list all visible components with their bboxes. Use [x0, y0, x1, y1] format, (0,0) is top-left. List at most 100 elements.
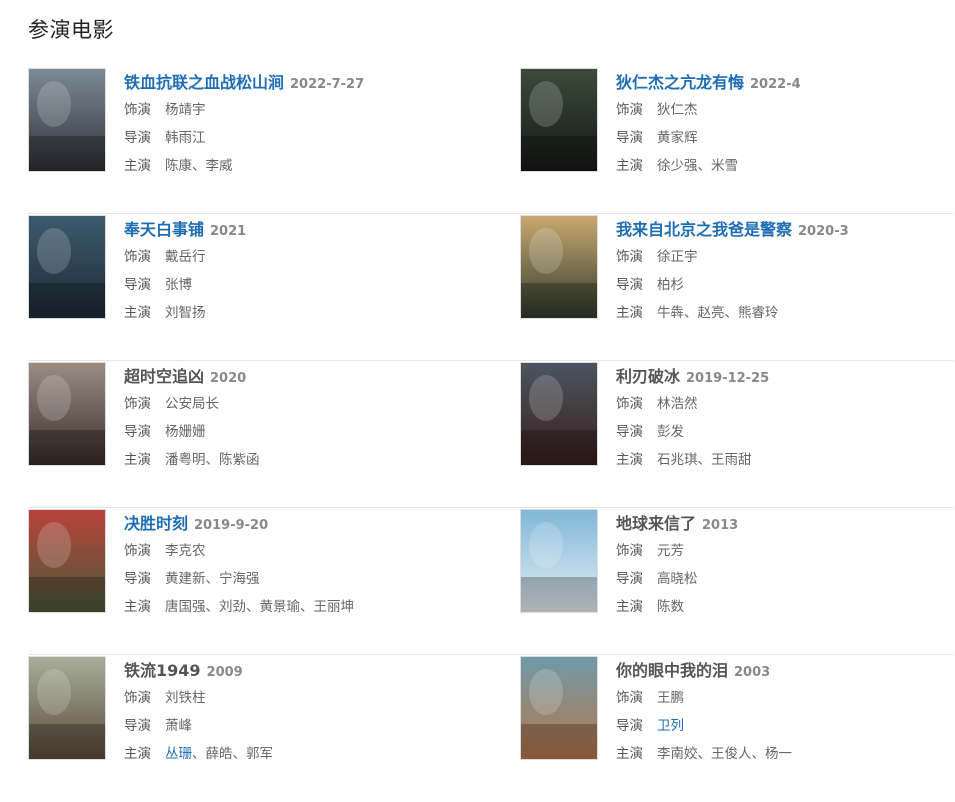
role-name: 戴岳行 — [165, 249, 206, 265]
name-separator: 、 — [205, 452, 220, 468]
movie-card: 超时空追凶 2020 饰演 公安局长 导演 杨姗姗 主演 潘粤明、陈紫函 — [28, 361, 520, 507]
role-label: 饰演 — [616, 102, 643, 118]
name-separator: 、 — [192, 158, 206, 174]
cast-name: 陈数 — [657, 599, 684, 615]
cast-label: 主演 — [616, 452, 643, 468]
name-separator: 、 — [751, 746, 766, 762]
movie-title[interactable]: 铁血抗联之血战松山涧 — [124, 73, 284, 92]
title-line: 你的眼中我的泪 2003 — [616, 658, 792, 684]
movie-title[interactable]: 地球来信了 — [616, 514, 696, 533]
movie-title[interactable]: 铁流1949 — [124, 661, 201, 680]
movie-title[interactable]: 利刃破冰 — [616, 367, 680, 386]
role-line: 饰演 元芳 — [616, 537, 738, 565]
movie-title[interactable]: 奉天白事铺 — [124, 220, 204, 239]
cast-label: 主演 — [616, 746, 643, 762]
title-line: 利刃破冰 2019-12-25 — [616, 364, 769, 390]
cast-name: 熊睿玲 — [738, 305, 779, 321]
movie-info: 铁血抗联之血战松山涧 2022-7-27 饰演 杨靖宇 导演 韩雨江 主演 陈康、李威 — [124, 68, 364, 213]
cast-name: 黄景瑜 — [259, 599, 301, 615]
cast-name: 陈紫函 — [219, 452, 260, 468]
movie-date: 2021 — [210, 224, 247, 239]
cast-name: 米雪 — [711, 158, 738, 174]
role-line: 饰演 李克农 — [124, 537, 354, 565]
role-name: 林浩然 — [657, 396, 698, 412]
cast-name: 牛犇 — [657, 305, 684, 321]
poster-highlight — [528, 228, 563, 275]
poster-highlight — [36, 522, 71, 569]
poster-band — [29, 283, 105, 318]
movie-card: 狄仁杰之亢龙有悔 2022-4 饰演 狄仁杰 导演 黄家辉 主演 徐少强、米雪 — [520, 67, 954, 213]
movie-card: 我来自北京之我爸是警察 2020-3 饰演 徐正宇 导演 柏杉 主演 牛犇、赵亮、熊睿玲 — [520, 214, 954, 360]
director-name: 黄建新 — [165, 571, 206, 587]
movie-poster[interactable] — [520, 68, 598, 172]
movie-poster[interactable] — [520, 509, 598, 613]
role-label: 饰演 — [124, 543, 151, 559]
movie-poster[interactable] — [28, 68, 106, 172]
poster-highlight — [36, 375, 71, 422]
cast-name[interactable]: 丛珊 — [165, 746, 192, 762]
name-separator: 、 — [232, 746, 247, 762]
director-line: 导演 黄家辉 — [616, 124, 801, 152]
movie-poster[interactable] — [520, 215, 598, 319]
movie-card: 奉天白事铺 2021 饰演 戴岳行 导演 张博 主演 刘智扬 — [28, 214, 520, 360]
cast-line: 主演 牛犇、赵亮、熊睿玲 — [616, 299, 849, 327]
cast-name: 郭军 — [246, 746, 273, 762]
movie-title[interactable]: 超时空追凶 — [124, 367, 204, 386]
role-label: 饰演 — [124, 396, 151, 412]
cast-name: 徐少强 — [657, 158, 698, 174]
cast-name: 杨一 — [765, 746, 792, 762]
director-label: 导演 — [616, 130, 643, 146]
movie-date: 2022-4 — [750, 77, 801, 92]
director-line: 导演 柏杉 — [616, 271, 849, 299]
director-label: 导演 — [124, 718, 151, 734]
movie-poster[interactable] — [28, 656, 106, 760]
director-name[interactable]: 卫列 — [657, 718, 684, 734]
movie-title[interactable]: 你的眼中我的泪 — [616, 661, 728, 680]
movie-info: 奉天白事铺 2021 饰演 戴岳行 导演 张博 主演 刘智扬 — [124, 215, 246, 360]
movie-poster[interactable] — [28, 362, 106, 466]
movie-info: 狄仁杰之亢龙有悔 2022-4 饰演 狄仁杰 导演 黄家辉 主演 徐少强、米雪 — [616, 68, 801, 213]
cast-name: 唐国强 — [165, 599, 206, 615]
title-line: 铁血抗联之血战松山涧 2022-7-27 — [124, 70, 364, 96]
title-line: 超时空追凶 2020 — [124, 364, 260, 390]
role-line: 饰演 杨靖宇 — [124, 96, 364, 124]
poster-band — [29, 430, 105, 465]
movie-title[interactable]: 我来自北京之我爸是警察 — [616, 220, 792, 239]
title-line: 我来自北京之我爸是警察 2020-3 — [616, 217, 849, 243]
poster-band — [521, 724, 597, 759]
movie-title[interactable]: 决胜时刻 — [124, 514, 188, 533]
director-label: 导演 — [124, 130, 151, 146]
movie-date: 2003 — [734, 665, 771, 680]
filmography-grid: 铁血抗联之血战松山涧 2022-7-27 饰演 杨靖宇 导演 韩雨江 主演 陈康、李威 狄仁杰之… — [28, 67, 954, 802]
movie-title[interactable]: 狄仁杰之亢龙有悔 — [616, 73, 744, 92]
name-separator: 、 — [697, 452, 712, 468]
movie-poster[interactable] — [520, 362, 598, 466]
director-label: 导演 — [616, 718, 643, 734]
title-line: 铁流1949 2009 — [124, 658, 273, 684]
movie-date: 2013 — [702, 518, 739, 533]
movie-poster[interactable] — [520, 656, 598, 760]
role-label: 饰演 — [616, 543, 643, 559]
name-separator: 、 — [724, 305, 739, 321]
cast-label: 主演 — [616, 599, 643, 615]
director-line: 导演 卫列 — [616, 712, 792, 740]
poster-band — [521, 577, 597, 612]
cast-name: 李威 — [205, 158, 233, 174]
movie-poster[interactable] — [28, 215, 106, 319]
movie-row: 铁血抗联之血战松山涧 2022-7-27 饰演 杨靖宇 导演 韩雨江 主演 陈康、李威 狄仁杰之… — [28, 67, 954, 214]
name-separator: 、 — [246, 599, 260, 615]
poster-highlight — [36, 669, 71, 716]
poster-band — [29, 577, 105, 612]
movie-info: 超时空追凶 2020 饰演 公安局长 导演 杨姗姗 主演 潘粤明、陈紫函 — [124, 362, 260, 507]
movie-row: 铁流1949 2009 饰演 刘铁柱 导演 萧峰 主演 丛珊、薛皓、郭军 你的眼中我的泪 2003… — [28, 655, 954, 802]
movie-poster[interactable] — [28, 509, 106, 613]
cast-label: 主演 — [124, 746, 151, 762]
movie-info: 我来自北京之我爸是警察 2020-3 饰演 徐正宇 导演 柏杉 主演 牛犇、赵亮、熊睿玲 — [616, 215, 849, 360]
cast-label: 主演 — [616, 305, 643, 321]
role-name: 王鹏 — [657, 690, 684, 706]
movie-date: 2022-7-27 — [290, 77, 365, 92]
cast-label: 主演 — [124, 452, 151, 468]
role-line: 饰演 戴岳行 — [124, 243, 246, 271]
title-line: 狄仁杰之亢龙有悔 2022-4 — [616, 70, 801, 96]
poster-band — [521, 430, 597, 465]
